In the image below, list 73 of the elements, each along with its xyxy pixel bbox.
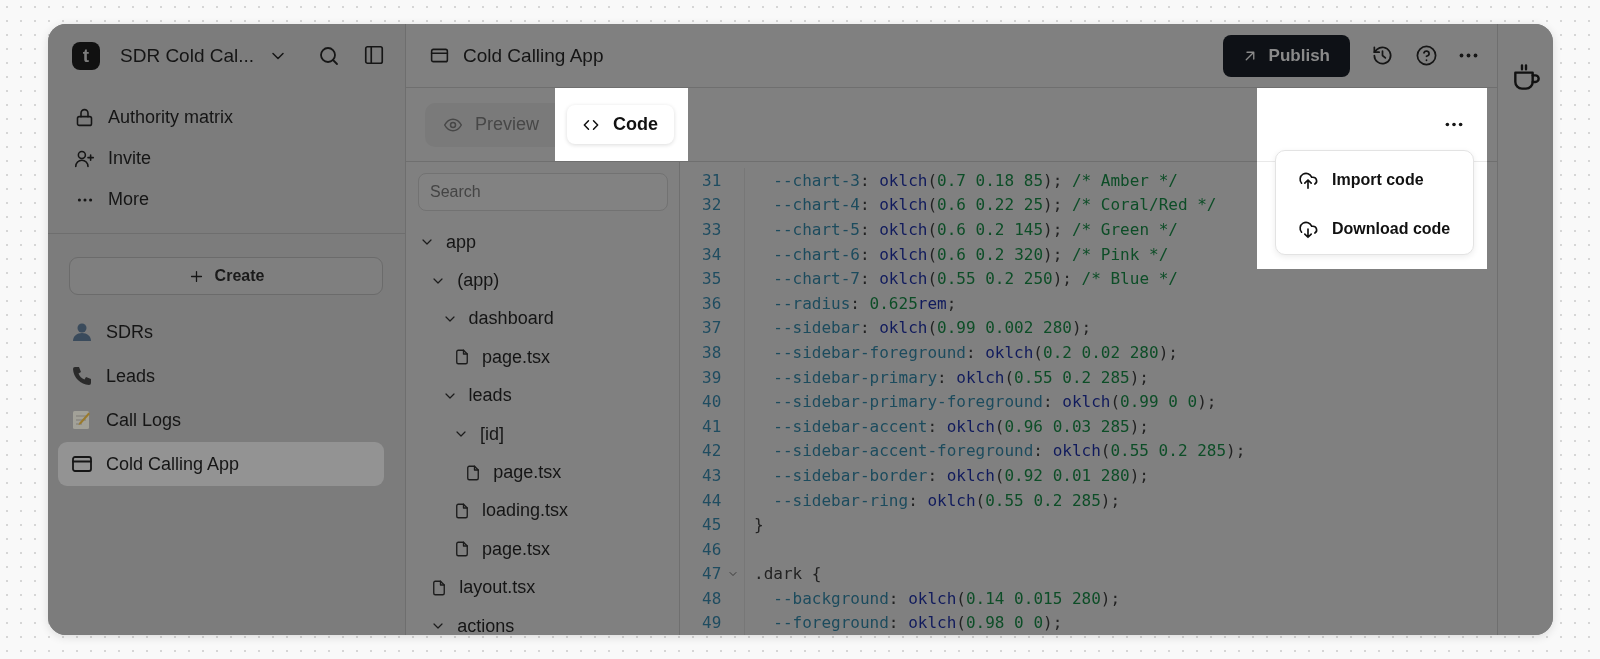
line-number: 49 (701, 613, 722, 633)
line-number: 41 (701, 416, 722, 436)
create-button[interactable]: Create (69, 257, 383, 295)
tab[interactable]: Code (567, 105, 675, 144)
line-number: 33 (701, 220, 722, 239)
code-line: --sidebar-primary-foreground: oklch(0.99 0 0); (772, 392, 1217, 412)
code-line: --sidebar: oklch(0.99 0.002 280); (772, 318, 1092, 338)
line-number: 35 (701, 269, 722, 289)
menu-item[interactable]: Download code (1276, 204, 1451, 253)
menu-item[interactable]: Import code (1276, 155, 1424, 204)
page-title: Cold Calling App (463, 44, 604, 67)
more-icon (76, 197, 93, 202)
line-number: 31 (701, 170, 722, 190)
search-field[interactable]: Search (418, 173, 668, 211)
folder-item[interactable]: actions (406, 606, 515, 635)
user-plus-icon (74, 148, 95, 169)
sidebar-toggle-icon[interactable] (363, 44, 385, 66)
code-line: .dark { (753, 564, 822, 584)
workspace-switcher[interactable]: SDR Cold Cal... (120, 45, 289, 67)
file-item[interactable]: page.tsx (406, 530, 550, 569)
line-number: 47 (701, 564, 722, 584)
line-number: 48 (701, 588, 722, 608)
line-number: 39 (701, 367, 722, 387)
file-item[interactable]: page.tsx (406, 453, 562, 492)
file-item[interactable]: layout.tsx (406, 568, 536, 607)
code-line: --chart-3: oklch(0.7 0.18 85); /* Amber */ (772, 170, 1178, 190)
file-item[interactable]: loading.tsx (406, 491, 568, 531)
history-icon[interactable] (1371, 44, 1394, 67)
line-number: 40 (701, 392, 722, 412)
code-line: --sidebar-accent-foreground: oklch(0.55 0.2 285); (772, 441, 1246, 461)
code-line: --chart-5: oklch(0.6 0.2 145); /* Green */ (772, 220, 1178, 239)
nav-item[interactable]: Invite (48, 138, 152, 179)
line-number: 45 (701, 515, 722, 535)
folder-item[interactable]: app (406, 223, 477, 262)
code-line: --sidebar-ring: oklch(0.55 0.2 285); (772, 490, 1121, 510)
folder-item[interactable]: leads (406, 376, 512, 415)
search-icon[interactable] (317, 44, 341, 68)
line-number: 38 (701, 342, 722, 362)
code-line: } (753, 515, 764, 535)
file-item[interactable]: page.tsx (406, 338, 550, 377)
nav-item[interactable]: More (48, 179, 149, 220)
page-item[interactable]: SDRs (58, 310, 384, 354)
page-item[interactable]: Call Logs (58, 398, 384, 442)
page-item[interactable]: Cold Calling App (58, 442, 384, 486)
help-icon[interactable] (1415, 44, 1438, 67)
code-line: --chart-4: oklch(0.6 0.22 25); /* Coral/Red */ (772, 195, 1217, 215)
publish-button[interactable]: Publish (1222, 34, 1350, 77)
line-number: 44 (701, 490, 722, 510)
lock-icon (74, 107, 95, 128)
line-number: 36 (701, 293, 722, 313)
code-line: --sidebar-accent: oklch(0.96 0.03 285); (772, 416, 1149, 436)
folder-item[interactable]: [id] (406, 414, 504, 454)
line-number: 34 (701, 244, 722, 264)
code-line: --chart-7: oklch(0.55 0.2 250); /* Blue */ (772, 269, 1178, 289)
phone-icon (70, 364, 94, 388)
nav-item[interactable]: Authority matrix (48, 97, 234, 138)
line-number: 42 (701, 441, 722, 461)
line-number: 46 (701, 539, 722, 559)
code-line: --sidebar-foreground: oklch(0.2 0.02 280); (772, 342, 1178, 362)
more-icon[interactable] (1445, 122, 1463, 127)
code-line: --sidebar-border: oklch(0.92 0.01 280); (772, 465, 1149, 485)
line-number: 32 (701, 195, 722, 215)
code-line: --background: oklch(0.14 0.015 280); (772, 588, 1121, 608)
folder-item[interactable]: (app) (406, 261, 500, 300)
code-line: --foreground: oklch(0.98 0 0); (772, 613, 1063, 633)
app-logo: t (72, 42, 100, 70)
code-line: --sidebar-primary: oklch(0.55 0.2 285); (772, 367, 1149, 387)
folder-item[interactable]: dashboard (406, 299, 554, 339)
code-line: --chart-6: oklch(0.6 0.2 320); /* Pink */ (772, 244, 1169, 264)
page-item[interactable]: Leads (58, 354, 384, 398)
line-number: 37 (701, 318, 722, 338)
line-number: 43 (701, 465, 722, 485)
code-line: --radius: 0.625rem; (772, 293, 957, 313)
